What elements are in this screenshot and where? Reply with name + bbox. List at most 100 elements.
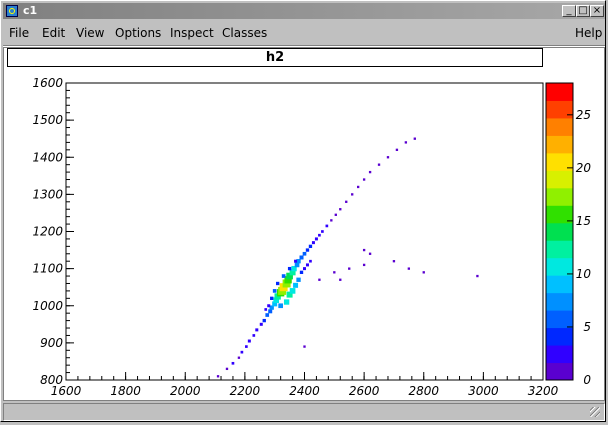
x-tick-label: 3200: [528, 384, 559, 398]
heatmap-cell: [252, 334, 256, 337]
x-tick-label: 2200: [230, 384, 261, 398]
colorbar-segment: [546, 100, 573, 119]
heatmap-cell: [386, 156, 390, 159]
heatmap-plot[interactable]: 1600 1800 2000 2200 2400 2600 2800 3000 3200 800 9…: [1, 1, 608, 425]
heatmap-cell: [422, 271, 425, 274]
heatmap-cell: [231, 361, 235, 365]
heatmap-cell: [240, 350, 244, 354]
heatmap-cell: [272, 289, 277, 293]
colorbar-segment: [546, 310, 573, 329]
colorbar-segment: [546, 292, 573, 311]
heatmap-cell: [339, 208, 342, 211]
heatmap-cell: [362, 248, 366, 252]
colorbar-segment: [546, 257, 573, 276]
heatmap-cell: [308, 244, 313, 249]
heatmap-cell: [362, 178, 366, 181]
y-tick-label: 1500: [32, 113, 63, 127]
heatmap-cell: [333, 271, 336, 274]
heatmap-cell: [404, 141, 408, 144]
heatmap-cell: [276, 281, 280, 286]
colorbar-tick-label: 20: [576, 161, 592, 175]
colorbar-tick-label: 15: [576, 214, 591, 228]
y-tick-label: 1100: [32, 262, 63, 276]
heatmap-cell: [368, 252, 372, 255]
heatmap-cell: [302, 251, 307, 256]
heatmap-cell: [299, 255, 304, 260]
colorbar-tick-label: 0: [583, 373, 591, 387]
colorbar-tick-label: 5: [583, 320, 591, 334]
heatmap-cell: [270, 296, 274, 300]
colorbar-segment: [546, 327, 573, 346]
heatmap-cell: [264, 308, 268, 311]
heatmap-cell: [330, 219, 333, 222]
colorbar-segment: [546, 362, 573, 381]
y-tick-label: 1400: [32, 150, 63, 164]
heatmap-cell: [305, 248, 310, 252]
heatmap-cell: [262, 318, 266, 323]
heatmap-cell: [311, 241, 315, 245]
x-tick-label: 2800: [408, 384, 439, 398]
status-bar: [3, 403, 605, 421]
y-tick-label: 800: [40, 373, 63, 387]
heatmap-cell: [287, 266, 292, 271]
x-tick-label: 2400: [289, 384, 320, 398]
heatmap-cell: [296, 277, 301, 282]
heatmap-cell: [318, 233, 321, 237]
heatmap-cell: [413, 137, 416, 140]
heatmap-cell: [314, 237, 318, 241]
y-tick-label: 1600: [32, 76, 63, 90]
heatmap-cell: [265, 313, 270, 317]
heatmap-cell: [325, 224, 329, 228]
heatmap-cell: [356, 185, 360, 189]
heatmap-cell: [283, 299, 290, 305]
heatmap-cell: [281, 274, 286, 278]
heatmap-cell: [216, 375, 220, 378]
heatmap-cell: [294, 259, 298, 263]
heatmap-cell: [476, 274, 479, 278]
heatmap-cell: [293, 282, 299, 288]
colorbar-segment: [546, 187, 573, 206]
colorbar-segment: [546, 83, 573, 101]
heatmap-cell: [318, 278, 321, 281]
heatmap-cell: [368, 170, 372, 174]
colorbar-tick-label: 25: [576, 108, 591, 122]
app-window: c1 _ □ × File Edit View Options Inspect …: [0, 0, 606, 422]
colorbar-segment: [546, 222, 573, 241]
heatmap-cell: [289, 288, 296, 294]
heatmap-cell: [268, 309, 273, 314]
heatmap-cell: [225, 367, 229, 371]
heatmap-cell: [407, 267, 411, 270]
heatmap-cell: [267, 304, 271, 308]
heatmap-cell: [348, 267, 351, 270]
heatmap-cell: [339, 278, 342, 281]
x-tick-label: 1800: [110, 384, 141, 398]
heatmap-cell: [351, 193, 354, 196]
colorbar-segment: [546, 275, 573, 294]
heatmap-cell: [309, 259, 312, 263]
x-tick-label: 2000: [170, 384, 201, 398]
heatmap-cell: [247, 339, 251, 343]
heatmap-cell: [278, 303, 283, 309]
plot-frame: [65, 82, 544, 381]
heatmap-cell: [377, 163, 381, 166]
resize-grip-icon[interactable]: [590, 407, 600, 417]
heatmap-cell: [255, 328, 259, 332]
heatmap-cell: [303, 345, 306, 348]
heatmap-cell: [392, 260, 396, 263]
heatmap-cell: [362, 263, 366, 267]
colorbar-segment: [546, 240, 573, 259]
colorbar-segment: [546, 345, 573, 364]
heatmap-cell: [303, 267, 306, 271]
colorbar-segment: [546, 135, 573, 154]
y-tick-label: 900: [40, 336, 63, 350]
heatmap-cell: [334, 213, 337, 216]
colorbar-segment: [546, 170, 573, 189]
heatmap-cell: [245, 345, 248, 348]
heatmap-cell: [237, 356, 241, 359]
colorbar-tick-label: 10: [576, 267, 592, 281]
y-tick-label: 1200: [32, 225, 63, 239]
heatmap-cell: [305, 263, 309, 267]
heatmap-cell: [299, 270, 304, 275]
colorbar-segment: [546, 117, 573, 136]
x-tick-label: 2600: [349, 384, 380, 398]
